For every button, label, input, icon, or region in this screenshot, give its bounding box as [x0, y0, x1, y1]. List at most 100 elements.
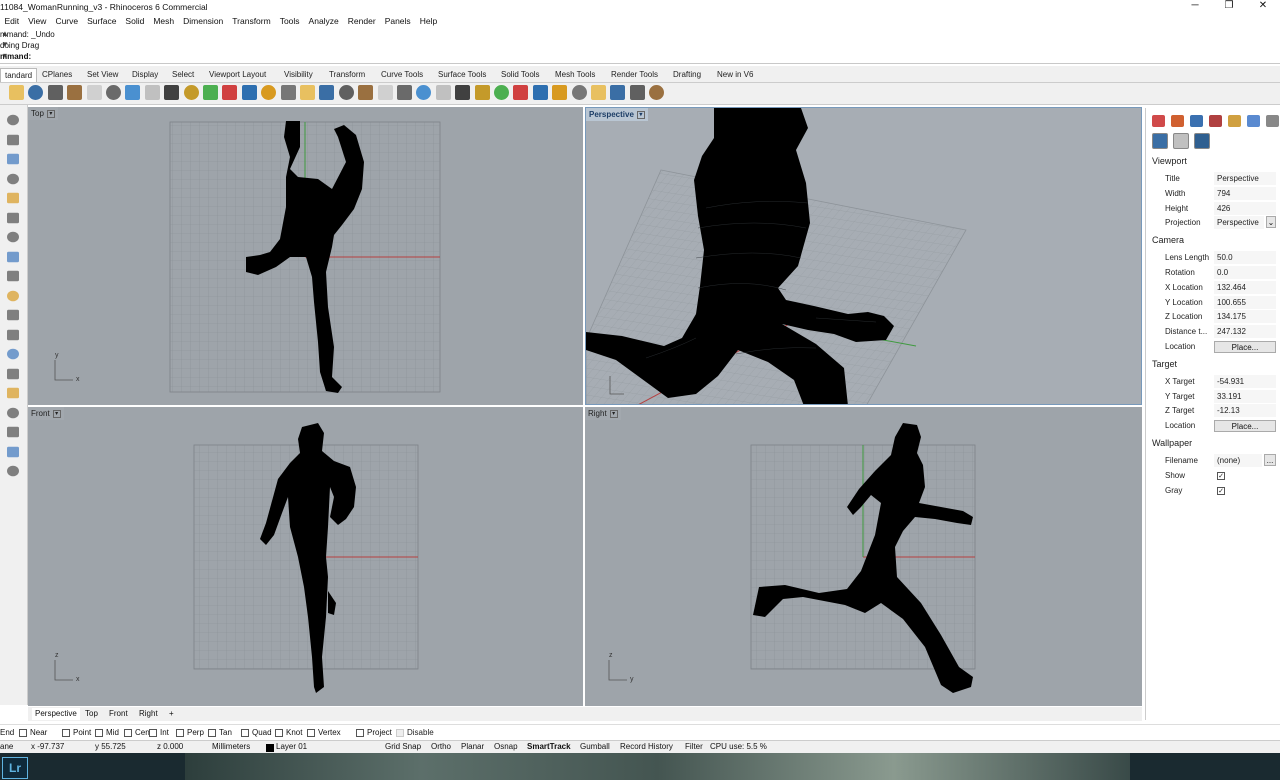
tab-cplanes[interactable]: CPlanes: [38, 68, 76, 82]
lock-icon[interactable]: [435, 85, 451, 100]
menu-item-curve[interactable]: Curve: [55, 16, 78, 26]
toggle-gumball[interactable]: Gumball: [580, 742, 610, 751]
menu-item-mesh[interactable]: Mesh: [153, 16, 174, 26]
snap-icon[interactable]: [610, 85, 626, 100]
viewport-label-top[interactable]: Top ▾: [28, 107, 58, 120]
cut-icon[interactable]: [106, 85, 121, 100]
checkbox-icon[interactable]: [275, 728, 283, 737]
osnap-near[interactable]: Near: [19, 728, 47, 737]
checkbox-icon[interactable]: [396, 728, 404, 737]
mesh-icon[interactable]: [7, 270, 19, 282]
frame-icon[interactable]: [1173, 133, 1189, 149]
chevron-down-icon[interactable]: ▾: [609, 409, 618, 418]
prop-value-distance-t-[interactable]: 247.132: [1214, 325, 1276, 339]
menu-item-analyze[interactable]: Analyze: [309, 16, 339, 26]
osnap-cen[interactable]: Cen: [124, 728, 150, 737]
viewport-right[interactable]: z y Right ▾: [585, 407, 1142, 706]
prop-value-width[interactable]: 794: [1214, 186, 1276, 200]
print-icon[interactable]: [67, 85, 83, 100]
curve-icon[interactable]: [397, 85, 412, 100]
toggle-grid-snap[interactable]: Grid Snap: [385, 742, 421, 751]
analyze-icon[interactable]: [7, 426, 19, 438]
zoom-window-icon[interactable]: [241, 85, 257, 100]
curve-icon[interactable]: [7, 192, 19, 204]
viewport-label-right[interactable]: Right ▾: [585, 407, 621, 420]
select-icon[interactable]: [377, 85, 393, 100]
menu-item-transform[interactable]: Transform: [232, 16, 270, 26]
car-icon[interactable]: [358, 85, 374, 100]
tab-mesh-tools[interactable]: Mesh Tools: [551, 68, 599, 82]
prop-value-z-target[interactable]: -12.13: [1214, 404, 1276, 418]
checkbox-show[interactable]: ✓: [1214, 469, 1276, 482]
toggle-filter[interactable]: Filter: [685, 742, 703, 751]
circle-icon[interactable]: [7, 153, 19, 165]
move-icon[interactable]: [338, 85, 354, 100]
array-icon[interactable]: [7, 368, 19, 379]
layers-icon[interactable]: [1171, 115, 1184, 127]
more-icon[interactable]: [1266, 115, 1279, 127]
shade-icon[interactable]: [552, 85, 568, 100]
fillet-icon[interactable]: [7, 309, 19, 321]
copy-icon[interactable]: [125, 85, 141, 100]
prop-value-y-target[interactable]: 33.191: [1214, 389, 1276, 403]
undo-icon[interactable]: [164, 85, 180, 100]
prop-value-z-location[interactable]: 134.175: [1214, 310, 1276, 324]
folder-icon[interactable]: [1228, 115, 1241, 127]
osnap-knot[interactable]: Knot: [275, 728, 302, 737]
toggle-ortho[interactable]: Ortho: [431, 742, 451, 751]
toggle-record-history[interactable]: Record History: [620, 742, 673, 751]
status-layer[interactable]: Layer 01: [276, 742, 307, 751]
osnap-vertex[interactable]: Vertex: [307, 728, 341, 737]
grid-icon[interactable]: [319, 85, 335, 100]
tab-select[interactable]: Select: [168, 68, 198, 82]
toggle-planar[interactable]: Planar: [461, 742, 484, 751]
rectangle-icon[interactable]: [7, 173, 19, 184]
toggle-smarttrack[interactable]: SmartTrack: [527, 742, 571, 751]
checkbox-icon[interactable]: [149, 728, 157, 737]
check-icon[interactable]: [7, 446, 19, 457]
close-button[interactable]: ✕: [1246, 0, 1280, 14]
viewport-tab-perspective[interactable]: Perspective: [32, 708, 80, 720]
render-icon[interactable]: [513, 85, 529, 100]
prop-value-lens-length[interactable]: 50.0: [1214, 251, 1276, 265]
menu-item-render[interactable]: Render: [348, 16, 376, 26]
prop-value-x-target[interactable]: -54.931: [1214, 374, 1276, 388]
checkbox-icon[interactable]: [19, 728, 27, 737]
viewport-tab-right[interactable]: Right: [136, 708, 161, 720]
material-icon[interactable]: [1190, 115, 1203, 127]
menu-item-help[interactable]: Help: [420, 16, 437, 26]
browse-button[interactable]: ...: [1264, 454, 1276, 466]
solid-icon[interactable]: [7, 251, 19, 262]
tab-new-in-v6[interactable]: New in V6: [713, 68, 757, 82]
checkbox-icon[interactable]: [62, 728, 70, 737]
surface-icon[interactable]: [7, 231, 19, 243]
toggle-osnap[interactable]: Osnap: [494, 742, 518, 751]
mesh-icon[interactable]: [629, 85, 645, 100]
prop-value-rotation[interactable]: 0.0: [1214, 266, 1276, 279]
menu-item-tools[interactable]: Tools: [280, 16, 300, 26]
color-wheel-icon[interactable]: [474, 85, 490, 100]
menu-item-view[interactable]: View: [28, 16, 46, 26]
checkbox-icon[interactable]: [95, 728, 103, 737]
group-icon[interactable]: [7, 348, 19, 360]
help-icon[interactable]: [649, 85, 665, 100]
trim-icon[interactable]: [7, 387, 19, 399]
chevron-down-icon[interactable]: ▾: [636, 110, 645, 119]
camera-icon[interactable]: [1152, 133, 1168, 149]
transform-icon[interactable]: [7, 329, 19, 340]
options-icon[interactable]: [571, 85, 587, 100]
chevron-down-icon[interactable]: ▾: [52, 409, 61, 418]
rotate-view-icon[interactable]: [203, 85, 218, 100]
viewport-label-front[interactable]: Front ▾: [28, 407, 64, 420]
checkbox-icon[interactable]: [241, 728, 249, 737]
osnap-end[interactable]: End: [0, 728, 14, 737]
zoom-extents-icon[interactable]: [261, 85, 277, 100]
light-icon[interactable]: [416, 85, 432, 100]
osnap-perp[interactable]: Perp: [176, 728, 204, 737]
tab-drafting[interactable]: Drafting: [669, 68, 705, 82]
lightroom-icon[interactable]: Lr: [2, 757, 28, 779]
image-icon[interactable]: [1247, 115, 1260, 127]
render-icon[interactable]: [7, 465, 19, 477]
layer-color-swatch[interactable]: [266, 744, 274, 752]
menu-item-solid[interactable]: Solid: [125, 16, 144, 26]
